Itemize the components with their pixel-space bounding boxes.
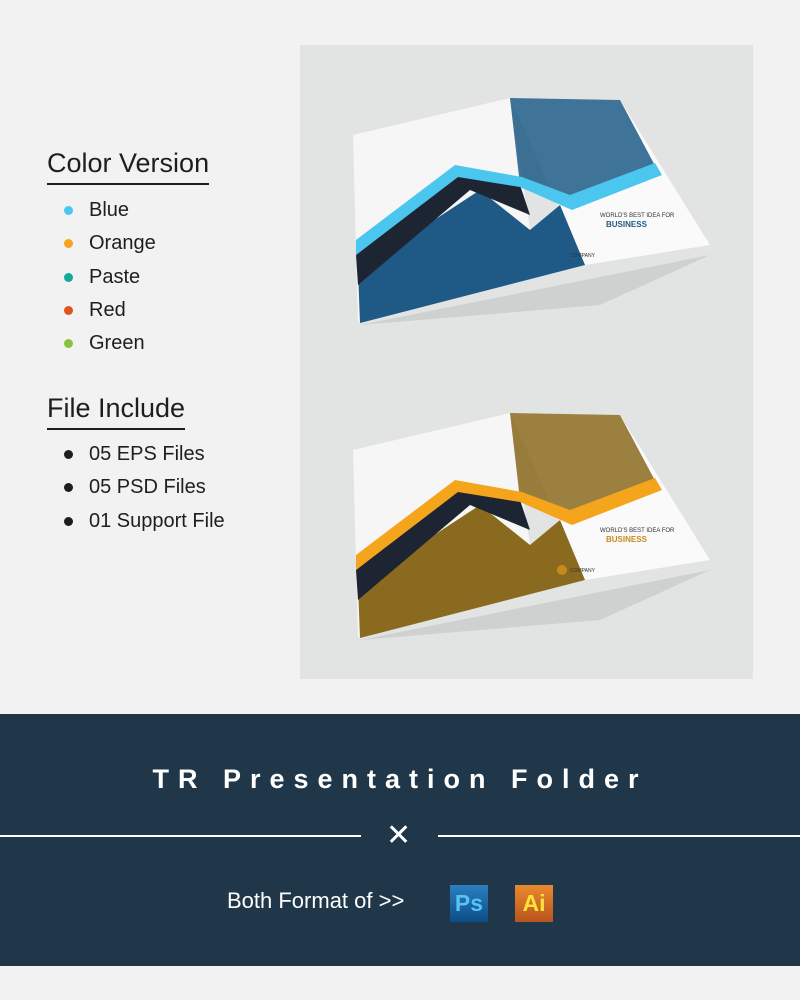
- file-item: 01 Support File: [64, 505, 225, 538]
- file-include-heading: File Include: [47, 393, 186, 430]
- file-label: 05 PSD Files: [89, 476, 206, 499]
- color-dot-icon: [64, 239, 73, 249]
- illustrator-icon: Ai: [515, 885, 553, 922]
- color-label: Orange: [89, 232, 156, 255]
- color-dot-icon: [64, 306, 73, 316]
- company-logo-icon: [557, 250, 567, 260]
- company-logo-icon: [557, 565, 567, 575]
- mockup-headline: BUSINESS: [606, 220, 648, 229]
- close-x-icon: ✕: [386, 819, 412, 852]
- mockup-tagline: WORLD'S BEST IDEA FOR: [600, 528, 675, 534]
- color-label: Green: [89, 332, 145, 355]
- mockup-company: COMPANY: [570, 568, 596, 574]
- color-item: Blue: [64, 194, 156, 227]
- color-item: Red: [64, 294, 156, 327]
- color-dot-icon: [64, 206, 73, 216]
- color-list: Blue Orange Paste Red Green: [64, 194, 156, 360]
- color-item: Paste: [64, 261, 156, 294]
- bullet-icon: [64, 483, 73, 493]
- mockup-company: COMPANY: [570, 253, 596, 259]
- file-list: 05 EPS Files 05 PSD Files 01 Support Fil…: [64, 438, 225, 538]
- product-title: TR Presentation Folder: [152, 764, 648, 794]
- bullet-icon: [64, 516, 73, 526]
- divider-right: [438, 835, 800, 837]
- file-label: 01 Support File: [89, 509, 225, 532]
- file-item: 05 EPS Files: [64, 438, 225, 471]
- color-label: Paste: [89, 265, 141, 288]
- file-label: 05 EPS Files: [89, 443, 205, 466]
- mockup-preview: WORLD'S BEST IDEA FOR BUSINESS COMPANY W…: [300, 45, 753, 679]
- mockup-tagline: WORLD'S BEST IDEA FOR: [600, 213, 675, 219]
- color-item: Orange: [64, 227, 156, 260]
- folder-mockup-orange: WORLD'S BEST IDEA FOR BUSINESS COMPANY: [353, 413, 710, 640]
- color-version-heading: Color Version: [47, 148, 210, 185]
- divider-left: [0, 835, 361, 837]
- color-dot-icon: [64, 339, 73, 349]
- footer-band: TR Presentation Folder ✕ Both Format of …: [0, 714, 800, 966]
- color-dot-icon: [64, 272, 73, 282]
- color-label: Blue: [89, 199, 130, 222]
- file-item: 05 PSD Files: [64, 471, 225, 504]
- photoshop-icon: Ps: [450, 885, 488, 922]
- bullet-icon: [64, 450, 73, 460]
- mockup-headline: BUSINESS: [606, 535, 648, 544]
- folder-mockup-blue: WORLD'S BEST IDEA FOR BUSINESS COMPANY: [353, 98, 710, 325]
- color-label: Red: [89, 299, 126, 322]
- color-item: Green: [64, 327, 156, 360]
- format-text: Both Format of >>: [227, 888, 405, 913]
